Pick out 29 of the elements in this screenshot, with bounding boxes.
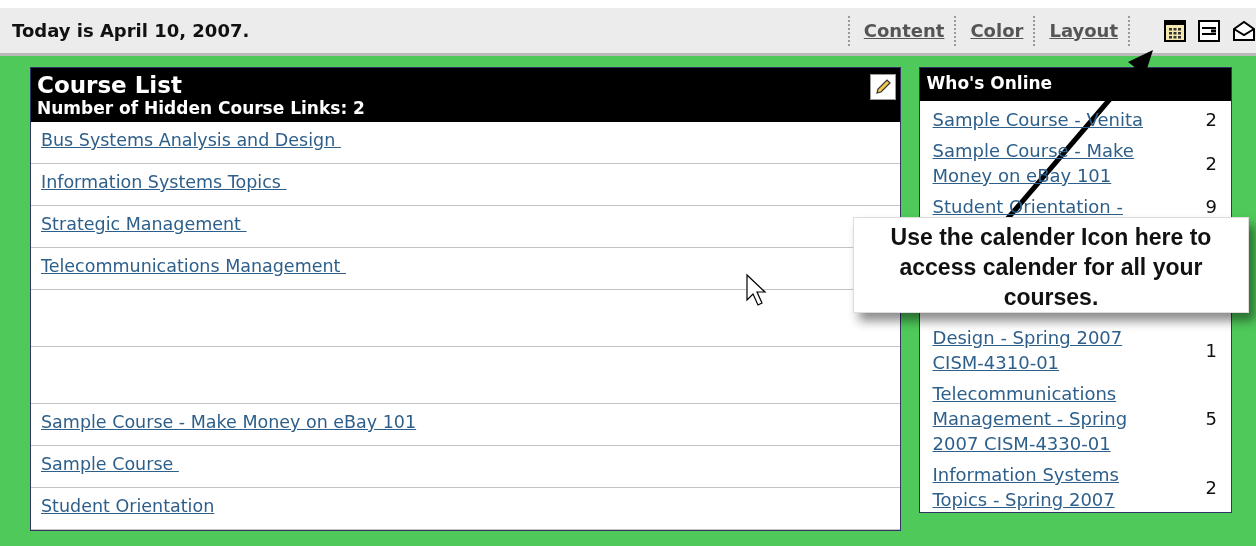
- course-link[interactable]: Bus Systems Analysis and Design: [41, 130, 341, 150]
- envelope-icon[interactable]: [1232, 19, 1256, 42]
- date-text: Today is April 10, 2007.: [12, 20, 251, 41]
- cursor-icon: [746, 273, 767, 306]
- callout: Use the calender Icon here to access calender for all your courses.: [853, 217, 1249, 313]
- course-link[interactable]: Information Systems Topics: [41, 172, 287, 192]
- online-count: 2: [1205, 152, 1218, 174]
- course-link[interactable]: Sample Course - Make Money on eBay 101: [41, 412, 417, 432]
- edit-button[interactable]: [869, 74, 896, 100]
- course-link[interactable]: Telecommunications Management: [41, 256, 346, 276]
- course-link[interactable]: Information Systems Topics - Spring 2007: [932, 462, 1178, 512]
- hidden-links-count: Number of Hidden Course Links: 2: [37, 98, 366, 118]
- online-count: 2: [1205, 476, 1218, 498]
- course-link[interactable]: Telecommunications Management - Spring 2007 CISM-4330-01: [932, 381, 1178, 456]
- calendar-icon[interactable]: [1164, 19, 1186, 42]
- online-count: 1: [1205, 339, 1218, 361]
- course-link[interactable]: Design - Spring 2007 CISM-4310-01: [932, 325, 1178, 375]
- nav-link[interactable]: Layout: [1033, 15, 1128, 46]
- layout-icon[interactable]: [1198, 19, 1220, 42]
- panel-title: Course List: [37, 72, 183, 98]
- online-count: 2: [1205, 109, 1218, 130]
- course-link[interactable]: Student Orientation: [41, 496, 215, 516]
- course-link[interactable]: Sample Course: [41, 454, 179, 474]
- online-count: 9: [1205, 196, 1218, 217]
- online-count: 5: [1205, 408, 1218, 429]
- nav-link[interactable]: Content: [847, 15, 955, 46]
- course-link[interactable]: Strategic Management: [41, 214, 247, 234]
- nav-link[interactable]: Color: [954, 15, 1034, 46]
- pencil-icon: [873, 78, 892, 96]
